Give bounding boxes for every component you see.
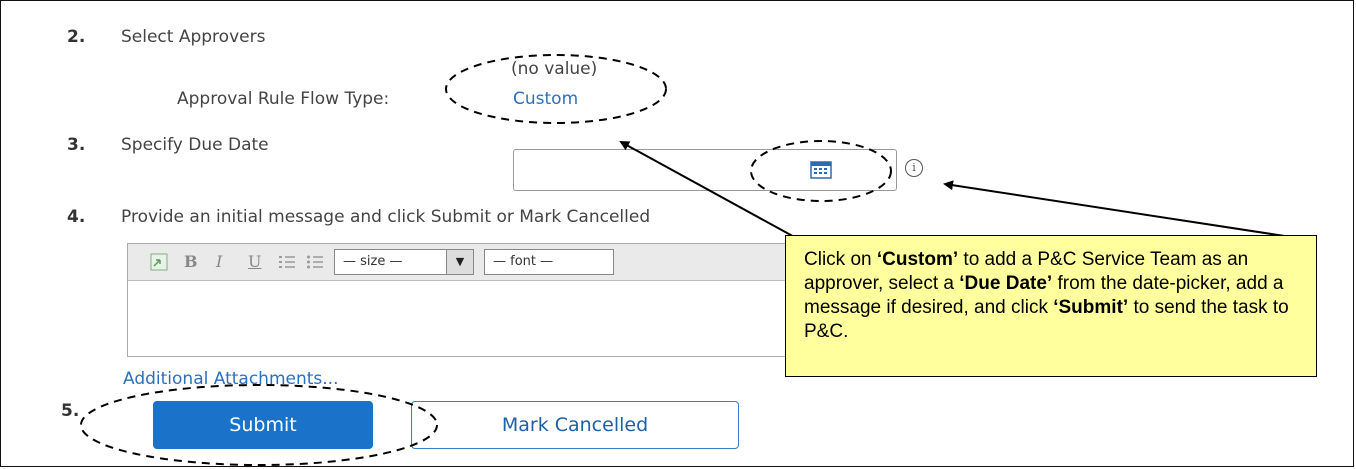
bold-button[interactable]: B	[184, 252, 198, 271]
arrow-to-calendar	[943, 180, 1292, 238]
italic-button[interactable]: I	[216, 252, 222, 271]
step-3-number: 3.	[67, 135, 86, 155]
image-icon[interactable]	[150, 253, 168, 271]
step-3-label: Specify Due Date	[121, 135, 269, 155]
underline-button[interactable]: U	[248, 252, 261, 271]
mark-cancelled-button[interactable]: Mark Cancelled	[411, 401, 739, 449]
message-editor[interactable]: B I U — size — ▼ — font —	[127, 243, 809, 357]
callout-custom: ‘Custom’	[876, 249, 959, 270]
step-4-label: Provide an initial message and click Sub…	[121, 207, 651, 227]
screenshot-frame: 2. Select Approvers (no value) Approval …	[0, 0, 1354, 467]
callout-submit: ‘Submit’	[1053, 297, 1129, 318]
no-value-text: (no value)	[511, 59, 598, 79]
ordered-list-icon[interactable]	[278, 254, 296, 270]
font-family-value: — font —	[493, 254, 554, 269]
step-2-label: Select Approvers	[121, 27, 266, 47]
bullet-list-icon[interactable]	[306, 254, 324, 270]
annotation-overlay	[80, 54, 1292, 466]
font-family-select[interactable]: — font —	[484, 249, 614, 275]
callout-text-1: Click on	[804, 249, 877, 270]
instruction-callout: Click on ‘Custom’ to add a P&C Service T…	[785, 235, 1317, 377]
callout-due-date: ‘Due Date’	[959, 273, 1053, 294]
step-4-number: 4.	[67, 207, 86, 227]
submit-button[interactable]: Submit	[153, 401, 373, 449]
font-size-value: — size —	[343, 254, 403, 269]
info-icon[interactable]: i	[905, 159, 923, 177]
step-2-number: 2.	[67, 27, 86, 47]
font-size-dropdown-icon[interactable]: ▼	[446, 249, 474, 275]
due-date-field[interactable]	[513, 149, 897, 191]
step-5-number: 5.	[61, 401, 80, 421]
approval-rule-flow-type-label: Approval Rule Flow Type:	[177, 89, 390, 109]
custom-link[interactable]: Custom	[513, 89, 578, 109]
additional-attachments-link[interactable]: Additional Attachments...	[123, 369, 338, 389]
editor-toolbar: B I U — size — ▼ — font —	[128, 244, 808, 281]
calendar-icon[interactable]	[810, 161, 832, 179]
